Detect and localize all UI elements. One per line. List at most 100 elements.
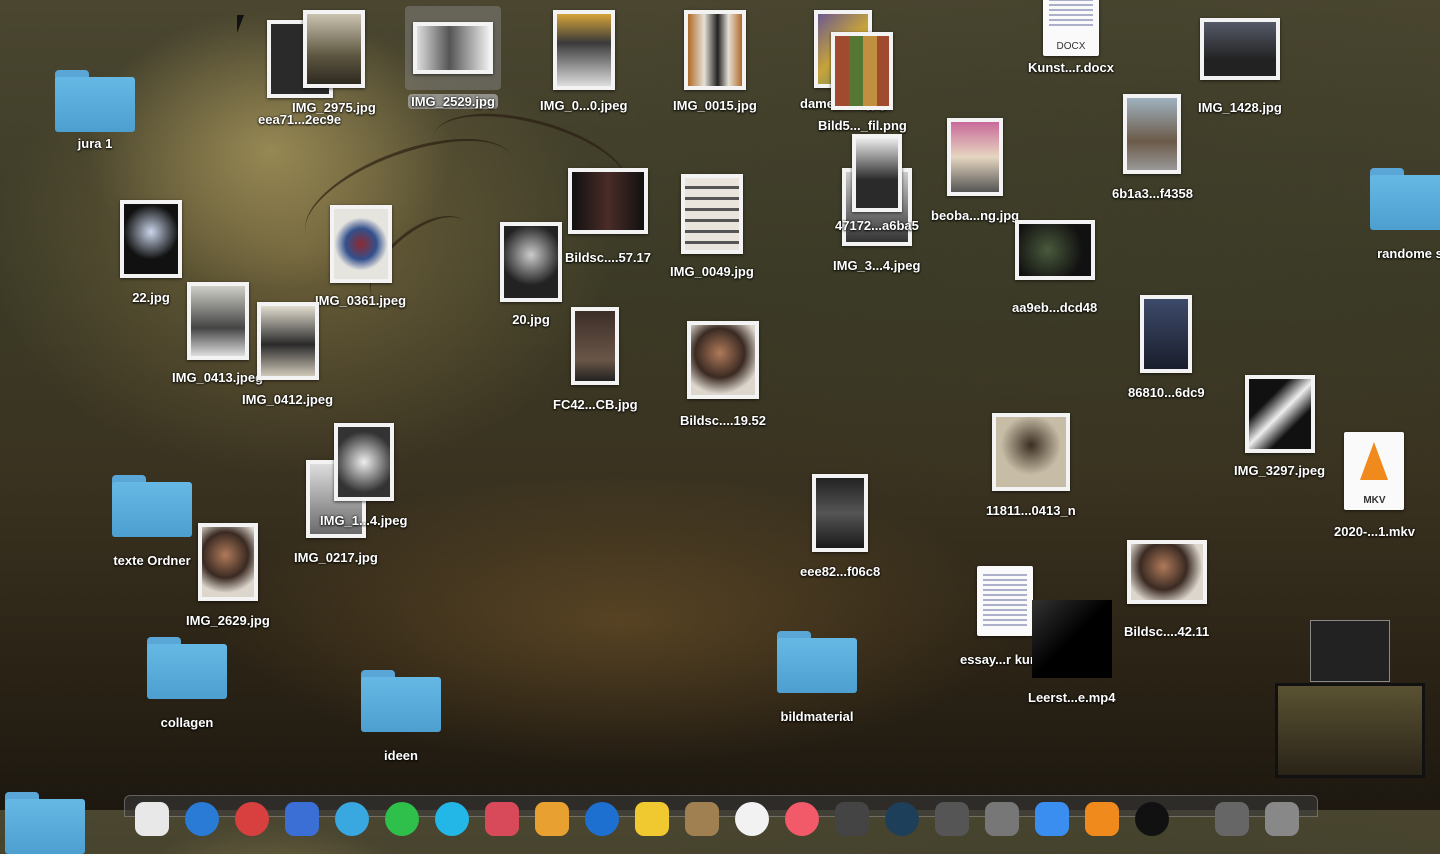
video-thumbnail: [1031, 600, 1112, 678]
desktop-file[interactable]: IMG_2975.jpg: [292, 10, 376, 115]
desktop-file[interactable]: aa9eb...dcd48: [1012, 220, 1097, 315]
image-thumbnail: [571, 307, 620, 385]
image-thumbnail: [1126, 540, 1207, 604]
app-icon[interactable]: [885, 802, 919, 836]
desktop-file[interactable]: Bildsc....42.11: [1124, 540, 1209, 639]
file-label: IMG_0049.jpg: [670, 264, 754, 279]
folder-icon: [55, 70, 135, 132]
app-icon[interactable]: [535, 802, 569, 836]
desktop-file[interactable]: MKV 2020-...1.mkv: [1334, 432, 1415, 539]
file-label: bildmaterial: [780, 709, 854, 724]
desktop-file[interactable]: Bildsc....19.52: [680, 321, 766, 428]
downloads-icon[interactable]: [1215, 802, 1249, 836]
app-icon[interactable]: [235, 802, 269, 836]
image-thumbnail: [1123, 94, 1182, 174]
folder-icon: [777, 631, 857, 693]
folder-icon: [5, 792, 85, 854]
app-icon[interactable]: [435, 802, 469, 836]
desktop-file[interactable]: 86810...6dc9: [1128, 295, 1205, 400]
file-label: 20.jpg: [512, 312, 550, 327]
selection-highlight: [405, 6, 501, 90]
desktop-file[interactable]: DOCX Kunst...r.docx: [1028, 0, 1114, 75]
desktop-file[interactable]: IMG_0412.jpeg: [242, 302, 333, 407]
folder-icon: [147, 637, 227, 699]
docx-icon: DOCX: [1042, 0, 1099, 56]
desktop-folder[interactable]: collagen: [147, 637, 227, 730]
desktop-file[interactable]: IMG_0049.jpg: [670, 174, 754, 279]
file-label: IMG_2529.jpg: [408, 94, 498, 109]
image-thumbnail: [1014, 220, 1095, 280]
file-label: IMG_2975.jpg: [292, 100, 376, 115]
image-thumbnail: [812, 474, 869, 552]
file-label: 86810...6dc9: [1128, 385, 1205, 400]
desktop-file[interactable]: IMG_1428.jpg: [1198, 18, 1282, 115]
app-icon[interactable]: [685, 802, 719, 836]
messages-icon[interactable]: [385, 802, 419, 836]
desktop-file[interactable]: Bild5..._fil.png: [818, 32, 907, 133]
file-label: Bildsc....57.17: [565, 250, 651, 265]
vlc-video-icon: MKV: [1344, 432, 1405, 510]
desktop-file[interactable]: IMG_1...4.jpeg: [320, 423, 407, 528]
notes-icon[interactable]: [635, 802, 669, 836]
desktop-folder[interactable]: ideen: [361, 670, 441, 763]
image-thumbnail: [302, 10, 365, 88]
trash-icon[interactable]: [1265, 802, 1299, 836]
file-label: beoba...ng.jpg: [931, 208, 1020, 223]
document-icon: [976, 566, 1033, 636]
app-icon[interactable]: [985, 802, 1019, 836]
safari-icon[interactable]: [185, 802, 219, 836]
desktop-file[interactable]: FC42...CB.jpg: [553, 307, 638, 412]
file-label: IMG_0...0.jpeg: [540, 98, 628, 113]
image-thumbnail: [186, 282, 249, 360]
image-thumbnail: [120, 200, 182, 278]
music-icon[interactable]: [785, 802, 819, 836]
file-label: IMG_0217.jpg: [294, 550, 378, 565]
desktop-folder[interactable]: texte Ordner: [112, 475, 192, 568]
desktop-folder[interactable]: jura 1: [55, 70, 135, 151]
app-icon[interactable]: [335, 802, 369, 836]
finder-icon[interactable]: [135, 802, 169, 836]
app-icon[interactable]: [285, 802, 319, 836]
desktop-file[interactable]: 47172...a6ba5: [835, 134, 919, 233]
desktop-file[interactable]: eee82...f06c8: [800, 474, 880, 579]
desktop-file[interactable]: IMG_0361.jpeg: [315, 205, 406, 308]
desktop-file[interactable]: IMG_0...0.jpeg: [540, 10, 627, 113]
image-thumbnail: [687, 321, 759, 399]
desktop-file[interactable]: IMG_0015.jpg: [673, 10, 757, 113]
file-label: eee82...f06c8: [800, 564, 881, 579]
image-thumbnail: [500, 222, 562, 302]
desktop-file[interactable]: Bildsc....57.17: [565, 168, 651, 265]
file-label: FC42...CB.jpg: [553, 397, 638, 412]
desktop-file[interactable]: IMG_2529.jpg: [405, 6, 501, 109]
file-label: 11811...0413_n: [986, 503, 1076, 518]
image-thumbnail: [413, 22, 493, 74]
file-label: 22.jpg: [132, 290, 170, 305]
app-icon[interactable]: [1035, 802, 1069, 836]
photos-icon[interactable]: [735, 802, 769, 836]
desktop-folder[interactable]: bildmaterial: [777, 631, 857, 724]
desktop-file[interactable]: Leerst...e.mp4: [1028, 600, 1115, 705]
app-icon[interactable]: [1135, 802, 1169, 836]
app-icon[interactable]: [935, 802, 969, 836]
file-label: 47172...a6ba5: [835, 218, 919, 233]
app-icon[interactable]: [585, 802, 619, 836]
desktop-file[interactable]: beoba...ng.jpg: [931, 118, 1019, 223]
file-label: Bildsc....19.52: [680, 413, 766, 428]
desktop-file[interactable]: 11811...0413_n: [986, 413, 1076, 518]
image-thumbnail: [680, 174, 743, 254]
screenshot-preview[interactable]: [1275, 683, 1425, 778]
desktop-file[interactable]: IMG_3297.jpeg: [1234, 375, 1325, 478]
calendar-icon[interactable]: [485, 802, 519, 836]
file-label: Bild5..._fil.png: [818, 118, 907, 133]
vlc-icon[interactable]: [1085, 802, 1119, 836]
desktop-file[interactable]: 6b1a3...f4358: [1112, 94, 1193, 201]
file-label: Bildsc....42.11: [1124, 624, 1210, 639]
desktop-file[interactable]: IMG_2629.jpg: [186, 523, 270, 628]
folder-icon: [361, 670, 441, 732]
screenshot-thumbnail-small[interactable]: [1310, 620, 1390, 682]
file-label: ideen: [384, 748, 418, 763]
file-label: 6b1a3...f4358: [1112, 186, 1193, 201]
desktop-folder[interactable]: randome s: [1370, 168, 1440, 261]
desktop-folder-partial[interactable]: [5, 792, 85, 854]
app-icon[interactable]: [835, 802, 869, 836]
